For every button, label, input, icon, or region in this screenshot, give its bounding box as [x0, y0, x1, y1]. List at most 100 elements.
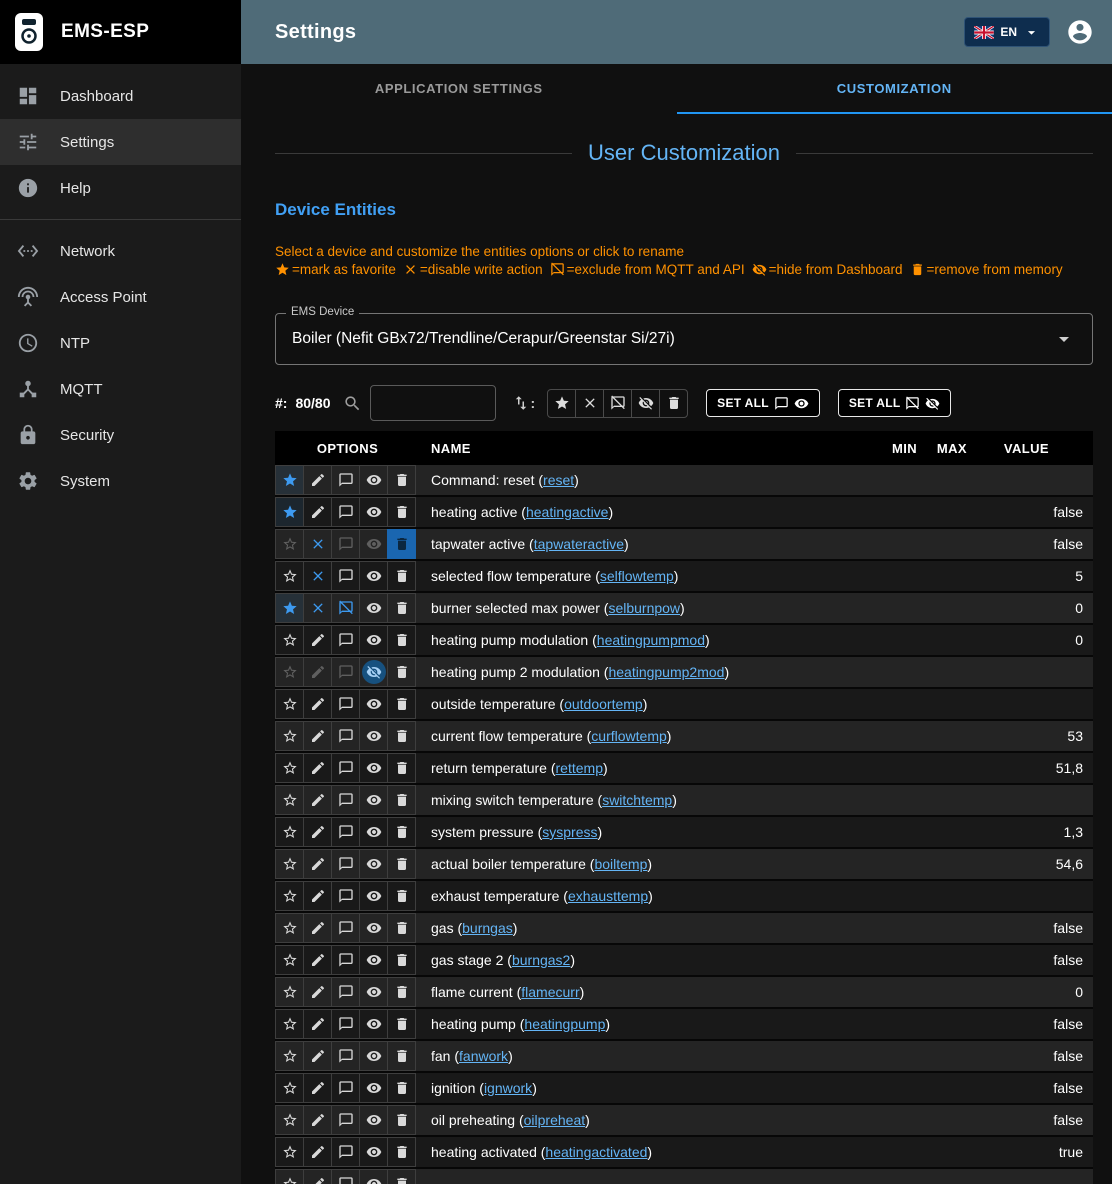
- mqtt-toggle[interactable]: [331, 849, 360, 879]
- write-toggle[interactable]: [303, 849, 332, 879]
- mqtt-toggle[interactable]: [331, 465, 360, 495]
- mqtt-toggle[interactable]: [331, 881, 360, 911]
- write-toggle[interactable]: [303, 1073, 332, 1103]
- mqtt-toggle[interactable]: [331, 529, 360, 559]
- mqtt-toggle[interactable]: [331, 1169, 360, 1184]
- write-toggle[interactable]: [303, 1169, 332, 1184]
- delete-toggle[interactable]: [387, 497, 416, 527]
- delete-toggle[interactable]: [387, 977, 416, 1007]
- entity-shortname-link[interactable]: reset: [543, 472, 574, 488]
- filter-favorite-toggle[interactable]: [547, 389, 576, 418]
- entity-shortname-link[interactable]: ignwork: [484, 1080, 532, 1096]
- write-toggle[interactable]: [303, 497, 332, 527]
- delete-toggle[interactable]: [387, 689, 416, 719]
- mqtt-toggle[interactable]: [331, 1137, 360, 1167]
- entity-shortname-link[interactable]: burngas2: [512, 952, 570, 968]
- visibility-toggle[interactable]: [359, 881, 388, 911]
- sidebar-item-security[interactable]: Security: [0, 412, 241, 458]
- sidebar-item-mqtt[interactable]: MQTT: [0, 366, 241, 412]
- favorite-toggle[interactable]: [275, 1041, 304, 1071]
- favorite-toggle[interactable]: [275, 1169, 304, 1184]
- entity-shortname-link[interactable]: curflowtemp: [591, 728, 666, 744]
- mqtt-toggle[interactable]: [331, 1073, 360, 1103]
- write-toggle[interactable]: [303, 721, 332, 751]
- write-toggle[interactable]: [303, 881, 332, 911]
- favorite-toggle[interactable]: [275, 529, 304, 559]
- favorite-toggle[interactable]: [275, 817, 304, 847]
- entity-shortname-link[interactable]: exhausttemp: [568, 888, 648, 904]
- write-toggle[interactable]: [303, 529, 332, 559]
- visibility-toggle[interactable]: [359, 689, 388, 719]
- write-toggle[interactable]: [303, 913, 332, 943]
- visibility-toggle[interactable]: [359, 913, 388, 943]
- visibility-toggle[interactable]: [359, 625, 388, 655]
- visibility-toggle[interactable]: [359, 529, 388, 559]
- favorite-toggle[interactable]: [275, 465, 304, 495]
- account-button[interactable]: [1066, 18, 1094, 46]
- mqtt-toggle[interactable]: [331, 561, 360, 591]
- visibility-toggle[interactable]: [359, 657, 388, 687]
- visibility-toggle[interactable]: [359, 721, 388, 751]
- filter-visibility-toggle[interactable]: [631, 389, 660, 418]
- entity-shortname-link[interactable]: flamecurr: [521, 984, 579, 1000]
- write-toggle[interactable]: [303, 817, 332, 847]
- mqtt-toggle[interactable]: [331, 689, 360, 719]
- delete-toggle[interactable]: [387, 465, 416, 495]
- tab-customization[interactable]: CUSTOMIZATION: [677, 64, 1112, 114]
- delete-toggle[interactable]: [387, 625, 416, 655]
- entity-shortname-link[interactable]: selburnpow: [608, 600, 680, 616]
- write-toggle[interactable]: [303, 1009, 332, 1039]
- delete-toggle[interactable]: [387, 529, 416, 559]
- entity-shortname-link[interactable]: heatingactivated: [545, 1144, 647, 1160]
- delete-toggle[interactable]: [387, 1105, 416, 1135]
- favorite-toggle[interactable]: [275, 625, 304, 655]
- visibility-toggle[interactable]: [359, 1041, 388, 1071]
- favorite-toggle[interactable]: [275, 785, 304, 815]
- mqtt-toggle[interactable]: [331, 785, 360, 815]
- delete-toggle[interactable]: [387, 753, 416, 783]
- entity-shortname-link[interactable]: heatingpump2mod: [608, 664, 724, 680]
- visibility-toggle[interactable]: [359, 497, 388, 527]
- entity-shortname-link[interactable]: rettemp: [556, 760, 603, 776]
- delete-toggle[interactable]: [387, 1169, 416, 1184]
- visibility-toggle[interactable]: [359, 465, 388, 495]
- sidebar-item-settings[interactable]: Settings: [0, 119, 241, 165]
- delete-toggle[interactable]: [387, 721, 416, 751]
- entity-shortname-link[interactable]: selflowtemp: [600, 568, 674, 584]
- visibility-toggle[interactable]: [359, 753, 388, 783]
- mqtt-toggle[interactable]: [331, 593, 360, 623]
- entity-shortname-link[interactable]: heatingactive: [526, 504, 609, 520]
- entity-shortname-link[interactable]: burngas: [462, 920, 513, 936]
- favorite-toggle[interactable]: [275, 593, 304, 623]
- set-all-hide-button[interactable]: SET ALL: [838, 389, 952, 417]
- delete-toggle[interactable]: [387, 817, 416, 847]
- favorite-toggle[interactable]: [275, 561, 304, 591]
- sidebar-item-help[interactable]: Help: [0, 165, 241, 211]
- visibility-toggle[interactable]: [359, 561, 388, 591]
- delete-toggle[interactable]: [387, 1137, 416, 1167]
- favorite-toggle[interactable]: [275, 881, 304, 911]
- sidebar-item-dashboard[interactable]: Dashboard: [0, 73, 241, 119]
- entity-shortname-link[interactable]: oilpreheat: [524, 1112, 586, 1128]
- entity-shortname-link[interactable]: outdoortemp: [564, 696, 643, 712]
- visibility-toggle[interactable]: [359, 1137, 388, 1167]
- write-toggle[interactable]: [303, 561, 332, 591]
- write-toggle[interactable]: [303, 465, 332, 495]
- entity-shortname-link[interactable]: heatingpumpmod: [597, 632, 705, 648]
- visibility-toggle[interactable]: [359, 849, 388, 879]
- delete-toggle[interactable]: [387, 945, 416, 975]
- entity-search-input[interactable]: [370, 385, 496, 421]
- write-toggle[interactable]: [303, 1105, 332, 1135]
- favorite-toggle[interactable]: [275, 721, 304, 751]
- favorite-toggle[interactable]: [275, 1073, 304, 1103]
- mqtt-toggle[interactable]: [331, 945, 360, 975]
- mqtt-toggle[interactable]: [331, 977, 360, 1007]
- favorite-toggle[interactable]: [275, 945, 304, 975]
- write-toggle[interactable]: [303, 1137, 332, 1167]
- delete-toggle[interactable]: [387, 1041, 416, 1071]
- favorite-toggle[interactable]: [275, 849, 304, 879]
- entity-shortname-link[interactable]: tapwateractive: [534, 536, 624, 552]
- entity-shortname-link[interactable]: fanwork: [459, 1048, 508, 1064]
- favorite-toggle[interactable]: [275, 657, 304, 687]
- delete-toggle[interactable]: [387, 593, 416, 623]
